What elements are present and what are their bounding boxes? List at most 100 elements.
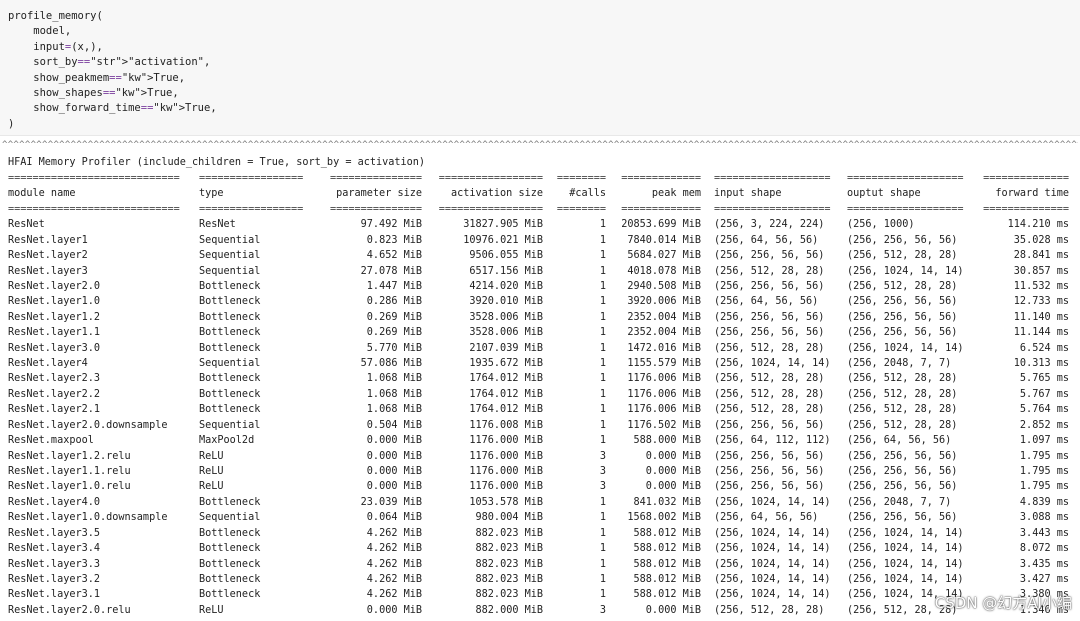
separator-row-cell: ============================ bbox=[8, 203, 180, 215]
table-row-cell: ResNet.layer1.0.downsample bbox=[8, 512, 168, 524]
separator-row-cell: =================== bbox=[714, 173, 831, 184]
header-row: module name type parameter size activation … bbox=[0, 188, 1080, 203]
table-row-cell: (256, 2048, 7, 7) bbox=[847, 358, 952, 370]
table-row: ResNet.maxpool MaxPool2d 0.000 MiB 1176.000… bbox=[0, 435, 1080, 450]
table-row-cell: 0.000 MiB bbox=[366, 481, 422, 493]
header-row-cell: #calls bbox=[569, 188, 606, 200]
table-row-cell: 5.767 ms bbox=[1019, 388, 1069, 400]
table-row-cell: 588.012 MiB bbox=[633, 573, 701, 585]
table-row-cell: 1176.006 MiB bbox=[627, 404, 701, 416]
table-row-cell: (256, 256, 56, 56) bbox=[847, 465, 958, 477]
table-row-cell: 1764.012 MiB bbox=[469, 404, 543, 416]
table-row-cell: 4214.020 MiB bbox=[469, 280, 543, 292]
table-row-cell: 882.023 MiB bbox=[475, 543, 543, 555]
table-row: ResNet.layer3.1 Bottleneck 4.262 MiB 882.02… bbox=[0, 589, 1080, 604]
table-row-cell: (256, 1000) bbox=[847, 219, 915, 231]
table-row-cell: 35.028 ms bbox=[1013, 234, 1069, 246]
header-row-cell: peak mem bbox=[651, 188, 701, 200]
table-row-cell: 10976.021 MiB bbox=[463, 234, 543, 246]
table-row-cell: Sequential bbox=[199, 512, 261, 524]
table-row-cell: 0.504 MiB bbox=[366, 419, 422, 431]
separator-row-cell: ======== bbox=[556, 203, 606, 215]
table-row-cell: 0.000 MiB bbox=[645, 450, 701, 462]
table-row-cell: 0.000 MiB bbox=[366, 450, 422, 462]
code-line: ) bbox=[8, 117, 15, 130]
table-row-cell: ResNet.layer2.0.downsample bbox=[8, 419, 168, 431]
table-row-cell: 0.823 MiB bbox=[366, 234, 422, 246]
table-row-cell: 4.652 MiB bbox=[366, 250, 422, 262]
table-row-cell: 4.262 MiB bbox=[366, 527, 422, 539]
table-row-cell: ResNet.layer2.1 bbox=[8, 404, 101, 416]
table-row-cell: Bottleneck bbox=[199, 496, 261, 508]
table-row: ResNet.layer3.3 Bottleneck 4.262 MiB 882.02… bbox=[0, 559, 1080, 574]
table-row-cell: 1.068 MiB bbox=[366, 388, 422, 400]
table-row-cell: 11.144 ms bbox=[1013, 327, 1069, 339]
table-row-cell: Sequential bbox=[199, 250, 261, 262]
table-row: ResNet.layer2.0 Bottleneck 1.447 MiB 4214.0… bbox=[0, 281, 1080, 296]
table-row-cell: ResNet.layer2.3 bbox=[8, 373, 101, 385]
table-row-cell: 27.078 MiB bbox=[360, 265, 422, 277]
table-row-cell: 1 bbox=[599, 327, 606, 339]
table-row-cell: 588.012 MiB bbox=[633, 527, 701, 539]
table-row-cell: 1 bbox=[599, 358, 606, 370]
table-row-cell: 3 bbox=[599, 450, 606, 462]
table-row-cell: (256, 1024, 14, 14) bbox=[714, 527, 831, 539]
table-row-cell: 882.023 MiB bbox=[475, 527, 543, 539]
table-row-cell: ResNet.layer2.0.relu bbox=[8, 604, 131, 616]
table-row-cell: ResNet.layer1.0.relu bbox=[8, 481, 131, 493]
table-row-cell: ResNet.layer3 bbox=[8, 265, 88, 277]
table-row-cell: 4.839 ms bbox=[1019, 496, 1069, 508]
separator-row-cell: =============== bbox=[329, 203, 422, 215]
table-row-cell: 1 bbox=[599, 573, 606, 585]
table-row-cell: 1568.002 MiB bbox=[627, 512, 701, 524]
table-row-cell: (256, 512, 28, 28) bbox=[847, 250, 958, 262]
table-row-cell: Bottleneck bbox=[199, 388, 261, 400]
table-row-cell: ResNet.layer3.3 bbox=[8, 558, 101, 570]
table-row-cell: 1176.502 MiB bbox=[627, 419, 701, 431]
table-row-cell: (256, 512, 28, 28) bbox=[714, 373, 825, 385]
table-row-cell: Sequential bbox=[199, 234, 261, 246]
table-row-cell: 2107.039 MiB bbox=[469, 342, 543, 354]
table-row-cell: (256, 64, 56, 56) bbox=[714, 234, 819, 246]
table-row-cell: (256, 256, 56, 56) bbox=[847, 311, 958, 323]
table-row-cell: 588.012 MiB bbox=[633, 589, 701, 601]
table-row-cell: ResNet.layer1.1.relu bbox=[8, 465, 131, 477]
table-row-cell: (256, 256, 56, 56) bbox=[714, 481, 825, 493]
table-row-cell: (256, 1024, 14, 14) bbox=[847, 265, 964, 277]
table-row-cell: 3.435 ms bbox=[1019, 558, 1069, 570]
table-row-cell: (256, 512, 28, 28) bbox=[847, 373, 958, 385]
table-row-cell: ReLU bbox=[199, 450, 224, 462]
table-row: ResNet.layer3.2 Bottleneck 4.262 MiB 882.02… bbox=[0, 574, 1080, 589]
table-row-cell: ResNet.layer1.2 bbox=[8, 311, 101, 323]
table-row-cell: 3 bbox=[599, 481, 606, 493]
table-row-cell: Bottleneck bbox=[199, 373, 261, 385]
table-row-cell: 1.795 ms bbox=[1019, 481, 1069, 493]
table-row-cell: 1 bbox=[599, 219, 606, 231]
table-row-cell: 0.269 MiB bbox=[366, 311, 422, 323]
table-row-cell: Bottleneck bbox=[199, 404, 261, 416]
table-row-cell: 0.000 MiB bbox=[366, 465, 422, 477]
table-row-cell: (256, 3, 224, 224) bbox=[714, 219, 825, 231]
table-row-cell: 30.857 ms bbox=[1013, 265, 1069, 277]
table-row-cell: 3528.006 MiB bbox=[469, 311, 543, 323]
table-row-cell: 4.262 MiB bbox=[366, 543, 422, 555]
table-row-cell: Bottleneck bbox=[199, 311, 261, 323]
table-row-cell: 114.210 ms bbox=[1007, 219, 1069, 231]
table-row-cell: 4.262 MiB bbox=[366, 558, 422, 570]
table-row-cell: (256, 1024, 14, 14) bbox=[714, 543, 831, 555]
code-line: show_forward_time=="kw">True, bbox=[8, 102, 217, 115]
header-row-cell: parameter size bbox=[336, 188, 422, 200]
separator-row-cell: ================= bbox=[438, 173, 543, 184]
table-row-cell: 11.140 ms bbox=[1013, 311, 1069, 323]
table-row-cell: 10.313 ms bbox=[1013, 358, 1069, 370]
table-row-cell: 1 bbox=[599, 589, 606, 601]
code-cell[interactable]: profile_memory( model, input=(x,), sort_… bbox=[0, 0, 1080, 136]
table-row-cell: 57.086 MiB bbox=[360, 358, 422, 370]
table-row-cell: 2.852 ms bbox=[1019, 419, 1069, 431]
table-row-cell: Sequential bbox=[199, 419, 261, 431]
table-row-cell: (256, 1024, 14, 14) bbox=[847, 558, 964, 570]
header-row-cell: ouptut shape bbox=[847, 188, 921, 200]
table-row-cell: ResNet bbox=[199, 219, 236, 231]
table-row: ResNet.layer3.5 Bottleneck 4.262 MiB 882.02… bbox=[0, 528, 1080, 543]
separator-row-cell: ============== bbox=[983, 173, 1069, 184]
